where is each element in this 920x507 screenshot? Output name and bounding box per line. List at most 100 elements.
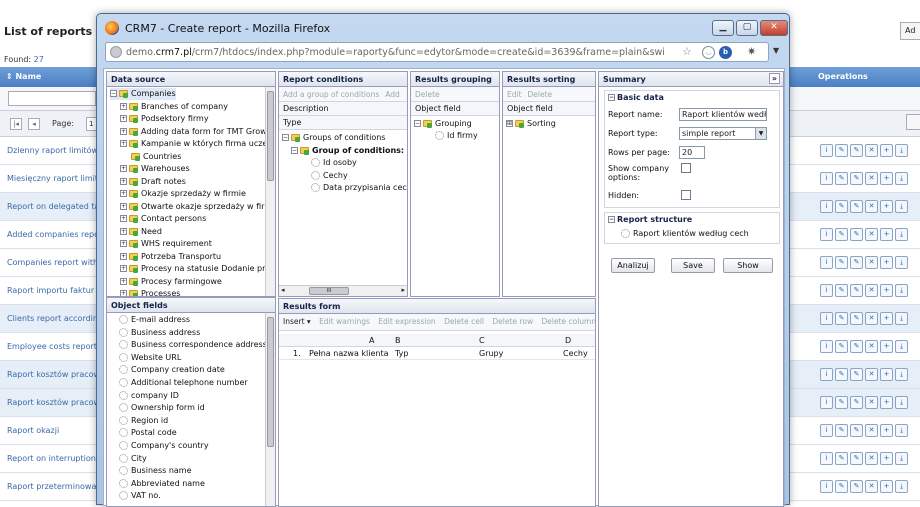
expand-icon[interactable]: + xyxy=(120,177,127,185)
delete-icon[interactable]: ✕ xyxy=(865,480,878,493)
menu-dropdown-icon[interactable]: ▼ xyxy=(773,46,779,55)
edit-icon[interactable]: ✎ xyxy=(835,256,848,269)
tree-node[interactable]: + Warehouses xyxy=(120,163,190,175)
field-item[interactable]: Business correspondence address xyxy=(119,339,267,351)
structure-item[interactable]: Raport klientów według cech xyxy=(621,229,749,238)
info-icon[interactable]: i xyxy=(820,452,833,465)
condition-node[interactable]: Id osoby xyxy=(311,157,357,169)
expand-icon[interactable]: + xyxy=(120,115,127,122)
expand-icon[interactable]: + xyxy=(120,240,127,247)
edit-expression-button[interactable]: Edit expression xyxy=(378,317,435,326)
tree-node[interactable]: + Processes xyxy=(120,288,180,296)
edit-icon[interactable]: ✎ xyxy=(835,424,848,437)
cell-a1[interactable]: Pełna nazwa klienta xyxy=(309,349,389,358)
field-item[interactable]: City xyxy=(119,453,147,465)
grouping-delete-button[interactable]: Delete xyxy=(415,90,440,99)
basic-data-header[interactable]: − Basic data xyxy=(608,93,664,102)
rows-per-page-input[interactable]: 20 xyxy=(679,146,705,159)
edit-icon[interactable]: ✎ xyxy=(835,480,848,493)
edit-icon[interactable]: ✎ xyxy=(835,396,848,409)
expand-icon[interactable]: + xyxy=(120,290,127,296)
delete-icon[interactable]: ✕ xyxy=(865,228,878,241)
info-icon[interactable]: i xyxy=(820,144,833,157)
field-item[interactable]: Company creation date xyxy=(119,364,225,376)
report-link[interactable]: Raport kosztów pracow xyxy=(7,398,100,407)
condition-node[interactable]: −Group of conditions: and xyxy=(291,145,407,157)
edit-icon[interactable]: ✎ xyxy=(835,340,848,353)
edit-copy-icon[interactable]: ✎ xyxy=(850,228,863,241)
object-fields-scrollbar[interactable] xyxy=(265,313,275,506)
site-identity-icon[interactable] xyxy=(110,46,122,58)
addon-b-icon[interactable]: b xyxy=(719,46,732,59)
info-icon[interactable]: i xyxy=(820,172,833,185)
edit-copy-icon[interactable]: ✎ xyxy=(850,200,863,213)
delete-column-button[interactable]: Delete column xyxy=(541,317,595,326)
add-icon[interactable]: + xyxy=(880,340,893,353)
info-icon[interactable]: i xyxy=(820,284,833,297)
add-icon[interactable]: + xyxy=(880,368,893,381)
edit-icon[interactable]: ✎ xyxy=(835,144,848,157)
expand-icon[interactable]: + xyxy=(120,252,127,260)
data-source-scrollbar[interactable] xyxy=(265,87,275,296)
download-icon[interactable]: ⤓ xyxy=(895,284,908,297)
maximize-icon[interactable]: ▢ xyxy=(736,20,758,36)
add-icon[interactable]: + xyxy=(880,424,893,437)
tree-node-sorting[interactable]: ⊞ Sorting xyxy=(506,118,556,130)
delete-icon[interactable]: ✕ xyxy=(865,172,878,185)
scroll-right-icon[interactable]: ▸ xyxy=(401,286,405,294)
info-icon[interactable]: i xyxy=(820,256,833,269)
report-link[interactable]: Companies report with xyxy=(7,258,98,267)
cell-b1[interactable]: Typ xyxy=(395,349,408,358)
tree-node[interactable]: + Kampanie w których firma uczest xyxy=(120,138,275,150)
info-icon[interactable]: i xyxy=(820,228,833,241)
name-filter-input[interactable] xyxy=(8,91,96,106)
download-icon[interactable]: ⤓ xyxy=(895,424,908,437)
edit-icon[interactable]: ✎ xyxy=(835,200,848,213)
condition-node[interactable]: Data przypisania cechy xyxy=(311,182,407,194)
tree-node[interactable]: + Okazje sprzedaży w firmie xyxy=(120,188,246,200)
tree-node[interactable]: + WHS requirement xyxy=(120,238,212,250)
delete-row-button[interactable]: Delete row xyxy=(492,317,533,326)
expand-icon[interactable]: + xyxy=(120,202,127,210)
sorting-delete-button[interactable]: Delete xyxy=(528,90,553,99)
report-link[interactable]: Raport importu faktur xyxy=(7,286,94,295)
report-link[interactable]: Clients report accordin xyxy=(7,314,98,323)
url-text[interactable]: demo.crm7.pl/crm7/htdocs/index.php?modul… xyxy=(126,47,686,58)
column-name[interactable]: ⇕ Name xyxy=(6,72,41,81)
field-item[interactable]: company ID xyxy=(119,390,179,402)
condition-node[interactable]: Cechy xyxy=(311,170,348,182)
expand-icon[interactable]: + xyxy=(120,140,127,147)
edit-copy-icon[interactable]: ✎ xyxy=(850,340,863,353)
report-link[interactable]: Report on interruption xyxy=(7,454,96,463)
add-icon[interactable]: + xyxy=(880,172,893,185)
delete-icon[interactable]: ✕ xyxy=(865,284,878,297)
tree-node[interactable]: + Draft notes xyxy=(120,176,186,188)
first-page-icon[interactable]: |◂ xyxy=(10,118,22,130)
edit-copy-icon[interactable]: ✎ xyxy=(850,424,863,437)
field-item[interactable]: Ownership form id xyxy=(119,402,205,414)
prev-page-icon[interactable]: ◂ xyxy=(28,118,40,130)
bookmark-star-icon[interactable]: ☆ xyxy=(682,45,692,58)
add-icon[interactable]: + xyxy=(880,480,893,493)
field-item[interactable]: E-mail address xyxy=(119,314,190,326)
add-icon[interactable]: + xyxy=(880,312,893,325)
reader-icon[interactable]: ◡ xyxy=(702,46,715,59)
field-item[interactable]: Business name xyxy=(119,465,192,477)
edit-copy-icon[interactable]: ✎ xyxy=(850,480,863,493)
info-icon[interactable]: i xyxy=(820,200,833,213)
field-item[interactable]: Website URL xyxy=(119,352,181,364)
edit-icon[interactable]: ✎ xyxy=(835,284,848,297)
download-icon[interactable]: ⤓ xyxy=(895,144,908,157)
download-icon[interactable]: ⤓ xyxy=(895,368,908,381)
delete-cell-button[interactable]: Delete cell xyxy=(444,317,484,326)
tree-node[interactable]: + Contact persons xyxy=(120,213,206,225)
edit-icon[interactable]: ✎ xyxy=(835,368,848,381)
edit-copy-icon[interactable]: ✎ xyxy=(850,256,863,269)
expand-icon[interactable]: + xyxy=(120,215,127,222)
field-item[interactable]: Business address xyxy=(119,327,200,339)
tree-node[interactable]: + Potrzeba Transportu xyxy=(120,251,221,263)
edit-copy-icon[interactable]: ✎ xyxy=(850,284,863,297)
tree-node[interactable]: + Otwarte okazje sprzedaży w firmie xyxy=(120,201,275,213)
report-link[interactable]: Employee costs report xyxy=(7,342,97,351)
edit-copy-icon[interactable]: ✎ xyxy=(850,172,863,185)
